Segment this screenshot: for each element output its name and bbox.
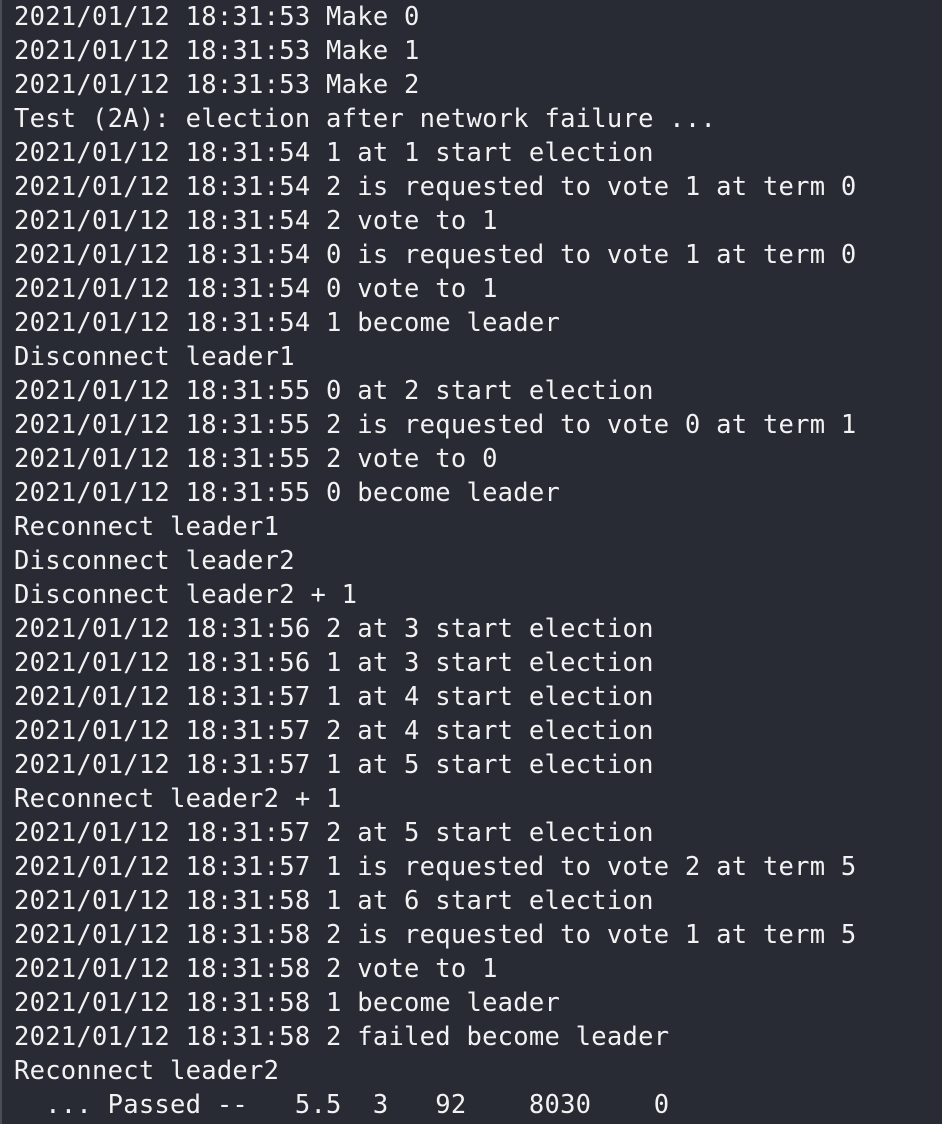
terminal-line: 2021/01/12 18:31:58 1 become leader [14,988,561,1018]
terminal-line: Disconnect leader2 + 1 [14,580,358,610]
terminal-line: 2021/01/12 18:31:54 2 vote to 1 [14,206,498,236]
terminal-line: Reconnect leader2 + 1 [14,784,342,814]
terminal-line: 2021/01/12 18:31:56 1 at 3 start electio… [14,648,654,678]
terminal-line: 2021/01/12 18:31:55 2 is requested to vo… [14,410,857,440]
terminal-line: 2021/01/12 18:31:53 Make 1 [14,36,420,66]
terminal-line: Reconnect leader1 [14,512,280,542]
terminal-line: 2021/01/12 18:31:54 0 is requested to vo… [14,240,857,270]
terminal-output[interactable]: 2021/01/12 18:31:53 Make 0 2021/01/12 18… [0,0,942,1124]
terminal-line: 2021/01/12 18:31:53 Make 2 [14,70,420,100]
terminal-line: 2021/01/12 18:31:57 1 at 4 start electio… [14,682,654,712]
terminal-line: Disconnect leader2 [14,546,295,576]
terminal-line: Disconnect leader1 [14,342,295,372]
terminal-line: 2021/01/12 18:31:58 2 failed become lead… [14,1022,670,1052]
terminal-line: 2021/01/12 18:31:53 Make 0 [14,2,420,32]
terminal-line: 2021/01/12 18:31:54 1 become leader [14,308,561,338]
terminal-line: 2021/01/12 18:31:58 2 vote to 1 [14,954,498,984]
terminal-line: 2021/01/12 18:31:55 2 vote to 0 [14,444,498,474]
terminal-line: ... Passed -- 5.5 3 92 8030 0 [14,1090,670,1120]
terminal-line: 2021/01/12 18:31:54 0 vote to 1 [14,274,498,304]
terminal-line: 2021/01/12 18:31:58 2 is requested to vo… [14,920,857,950]
terminal-line: 2021/01/12 18:31:54 2 is requested to vo… [14,172,857,202]
terminal-line: 2021/01/12 18:31:54 1 at 1 start electio… [14,138,654,168]
terminal-line: 2021/01/12 18:31:57 2 at 4 start electio… [14,716,654,746]
terminal-line: 2021/01/12 18:31:56 2 at 3 start electio… [14,614,654,644]
terminal-line: 2021/01/12 18:31:55 0 at 2 start electio… [14,376,654,406]
terminal-line: 2021/01/12 18:31:58 1 at 6 start electio… [14,886,654,916]
terminal-line: 2021/01/12 18:31:57 2 at 5 start electio… [14,818,654,848]
terminal-lines: 2021/01/12 18:31:53 Make 0 2021/01/12 18… [14,0,942,1122]
terminal-line: 2021/01/12 18:31:57 1 is requested to vo… [14,852,857,882]
terminal-line: 2021/01/12 18:31:55 0 become leader [14,478,561,508]
terminal-line: 2021/01/12 18:31:57 1 at 5 start electio… [14,750,654,780]
terminal-line: Reconnect leader2 [14,1056,280,1086]
terminal-line: Test (2A): election after network failur… [14,104,717,134]
